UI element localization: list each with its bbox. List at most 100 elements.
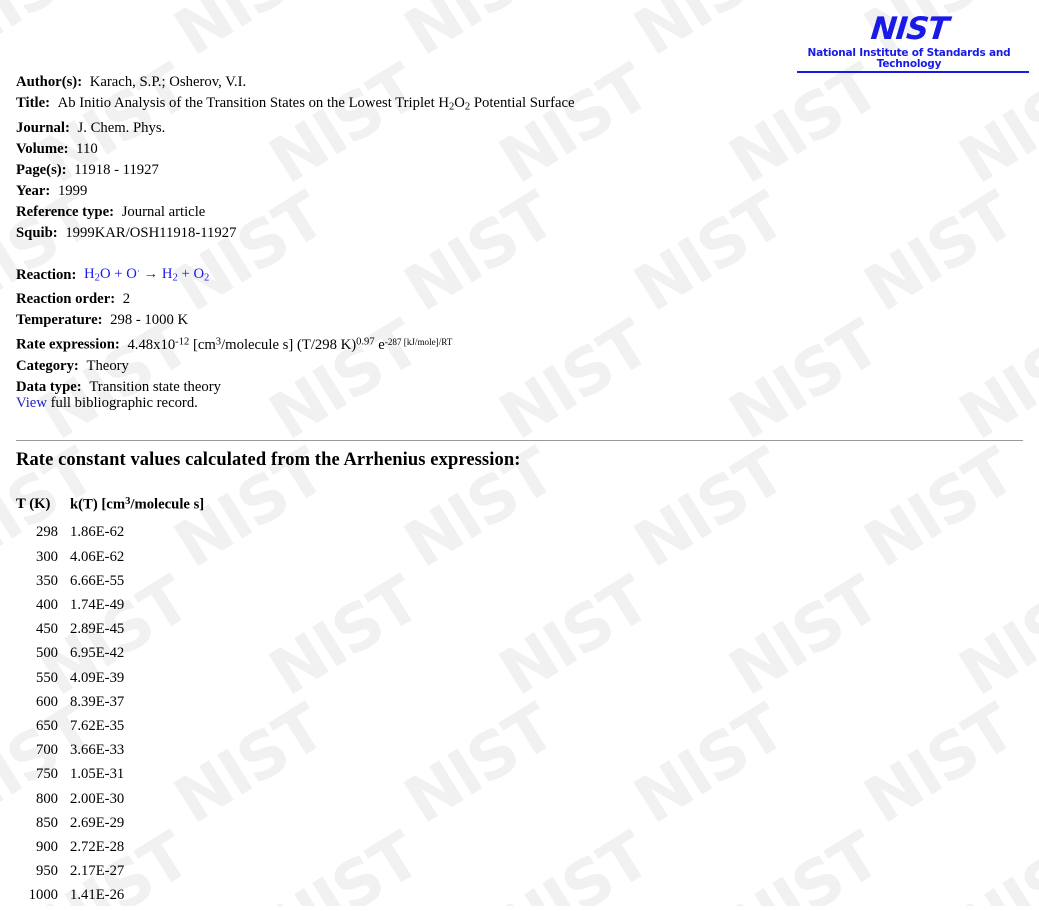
authors-label: Author(s): <box>16 74 83 90</box>
cell-temperature: 350 <box>35 572 58 589</box>
table-row: 298 1.86E-62 <box>16 524 204 548</box>
pages-label: Page(s): <box>16 161 67 178</box>
rate-units-pre: [cm <box>189 336 216 353</box>
reactant-water-o: O <box>99 266 111 283</box>
field-reaction: Reaction: H2O + O· → H2 + O2 <box>16 262 1016 289</box>
reaction-order-label: Reaction order: <box>16 291 116 308</box>
field-volume: Volume: 110 <box>16 139 1016 160</box>
cell-rate-constant: 2.89E-45 <box>70 621 125 638</box>
table-row: 550 4.09E-39 <box>16 670 204 694</box>
nist-logo: NIST National Institute of Standards and… <box>789 11 1029 73</box>
rate-euler-base: e <box>374 336 385 353</box>
cell-rate-constant: 4.09E-39 <box>70 669 125 686</box>
data-type-value: Transition state theory <box>89 378 221 395</box>
title-label: Title: <box>16 95 50 111</box>
field-year: Year: 1999 <box>16 181 1016 202</box>
column-header-k-post: /molecule s] <box>130 496 205 513</box>
column-header-k-pre: k(T) [cm <box>70 496 126 513</box>
field-journal: Journal: J. Chem. Phys. <box>16 118 1016 139</box>
cell-temperature: 850 <box>35 814 58 831</box>
rate-coefficient: 4.48x10 <box>127 336 176 353</box>
table-row: 450 2.89E-45 <box>16 621 204 645</box>
table-row: 350 6.66E-55 <box>16 573 204 597</box>
field-pages: Page(s): 11918 - 11927 <box>16 160 1016 181</box>
reaction-plus-2: + <box>177 266 194 283</box>
cell-temperature: 600 <box>35 693 58 710</box>
table-header-row: T (K) k(T) [cm3/molecule s] <box>16 496 204 524</box>
squib-value: 1999KAR/OSH11918-11927 <box>65 224 237 241</box>
reference-type-value: Journal article <box>121 203 206 220</box>
cell-temperature: 450 <box>35 621 58 638</box>
reaction-order-value: 2 <box>122 291 131 308</box>
title-text-post: Potential Surface <box>470 95 575 111</box>
cell-rate-constant: 4.06E-62 <box>70 548 125 565</box>
title-text-mid: O <box>454 95 465 111</box>
field-group-spacer <box>16 244 1016 262</box>
field-squib: Squib: 1999KAR/OSH11918-11927 <box>16 223 1016 244</box>
journal-label: Journal: <box>16 119 70 136</box>
reactant-oxygen-atom: O <box>126 266 137 283</box>
cell-temperature: 700 <box>35 742 58 759</box>
product-oxygen: O <box>193 266 205 283</box>
cell-rate-constant: 2.17E-27 <box>70 863 125 880</box>
rate-constant-table-body: 298 1.86E-62 300 4.06E-62 350 6.66E-55 400 1.74… <box>16 524 204 911</box>
year-label: Year: <box>16 182 51 199</box>
view-record-rest-text: full bibliographic record. <box>46 395 198 411</box>
cell-temperature: 300 <box>35 548 58 565</box>
pages-value: 11918 - 11927 <box>74 161 159 178</box>
cell-rate-constant: 2.69E-29 <box>70 814 125 831</box>
reaction-equation: H2O + O· → H2 + O2 <box>80 266 209 284</box>
table-row: 600 8.39E-37 <box>16 694 204 718</box>
page-root: NIST National Institute of Standards and… <box>0 0 1039 906</box>
bibliographic-fields: Author(s): Karach, S.P.; Osherov, V.I. T… <box>16 72 1016 398</box>
cell-rate-constant: 6.66E-55 <box>70 572 125 589</box>
squib-label: Squib: <box>16 224 58 241</box>
table-row: 800 2.00E-30 <box>16 791 204 815</box>
cell-rate-constant: 1.86E-62 <box>70 524 125 541</box>
cell-temperature: 650 <box>35 717 58 734</box>
volume-value: 110 <box>76 140 98 157</box>
field-reaction-order: Reaction order: 2 <box>16 289 1016 310</box>
cell-rate-constant: 3.66E-33 <box>70 742 125 759</box>
cell-rate-constant: 1.74E-49 <box>70 597 125 613</box>
field-rate-expression: Rate expression: 4.48x10-12 [cm3/molecul… <box>16 331 1016 355</box>
view-record-line: View full bibliographic record. <box>16 394 198 413</box>
reaction-arrow-icon: → <box>139 266 162 283</box>
table-row: 750 1.05E-31 <box>16 766 204 790</box>
table-row: 850 2.69E-29 <box>16 815 204 839</box>
category-label: Category: <box>16 357 79 374</box>
table-row: 900 2.72E-28 <box>16 839 204 863</box>
cell-temperature: 900 <box>35 838 58 855</box>
rate-units-post: /molecule s] (T/298 K) <box>221 336 357 353</box>
rate-temperature-exponent: 0.97 <box>356 336 375 348</box>
cell-rate-constant: 2.72E-28 <box>70 838 125 855</box>
cell-temperature: 550 <box>35 669 58 686</box>
nist-logo-tagline: National Institute of Standards and Tech… <box>807 47 1011 70</box>
column-header-rate-constant: k(T) [cm3/molecule s] <box>70 496 204 524</box>
temperature-label: Temperature: <box>16 312 103 329</box>
title-text-pre: Ab Initio Analysis of the Transition Sta… <box>57 95 449 111</box>
volume-label: Volume: <box>16 140 69 157</box>
field-temperature: Temperature: 298 - 1000 K <box>16 310 1016 331</box>
rate-expression-label: Rate expression: <box>16 336 120 353</box>
field-authors: Author(s): Karach, S.P.; Osherov, V.I. <box>16 72 1016 93</box>
cell-rate-constant: 8.39E-37 <box>70 693 125 710</box>
rate-coefficient-exponent: -12 <box>175 336 190 348</box>
field-title: Title: Ab Initio Analysis of the Transit… <box>16 93 1016 118</box>
rate-constant-table-head: T (K) k(T) [cm3/molecule s] <box>16 496 204 524</box>
cell-temperature: 750 <box>35 766 58 783</box>
year-value: 1999 <box>57 182 88 199</box>
results-heading: Rate constant values calculated from the… <box>16 450 521 470</box>
table-row: 500 6.95E-42 <box>16 645 204 669</box>
journal-value: J. Chem. Phys. <box>77 119 166 136</box>
field-category: Category: Theory <box>16 356 1016 377</box>
view-full-record-link[interactable]: View <box>16 395 47 411</box>
cell-temperature: 400 <box>35 597 58 613</box>
cell-rate-constant: 1.41E-26 <box>70 887 125 904</box>
reactant-water-h: H <box>84 266 95 283</box>
data-type-label: Data type: <box>16 378 82 395</box>
table-row: 700 3.66E-33 <box>16 742 204 766</box>
rate-activation-energy-exponent: -287 [kJ/mole]/RT <box>384 336 453 347</box>
column-header-temperature: T (K) <box>16 496 51 513</box>
cell-temperature: 950 <box>35 863 58 880</box>
